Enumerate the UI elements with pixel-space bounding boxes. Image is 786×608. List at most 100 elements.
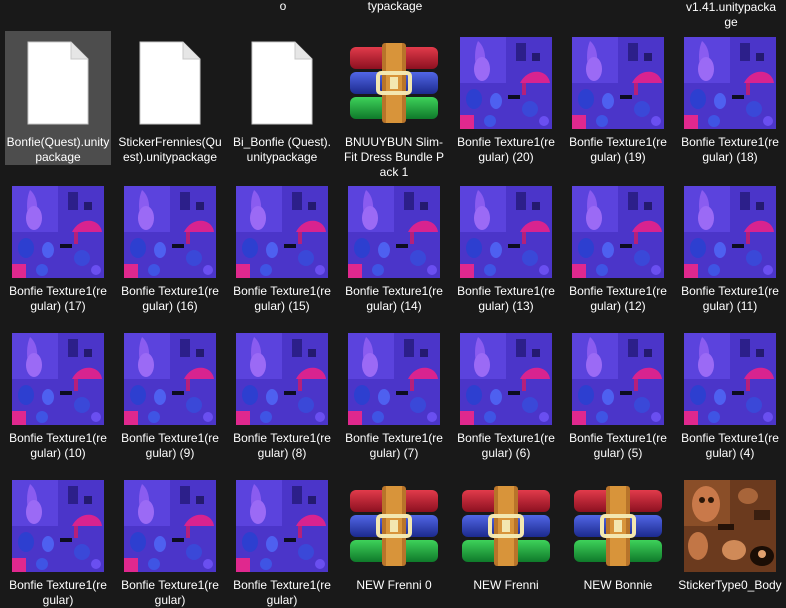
file-thumbnail[interactable] <box>234 331 330 427</box>
file-item[interactable]: Bonfie Texture1(regular) (19) <box>565 31 671 165</box>
file-label: Bonfie Texture1(regular) (10) <box>9 431 107 460</box>
file-item[interactable]: Bonfie Texture1(regular) (14) <box>341 180 447 314</box>
texture-thumbnail-icon <box>572 37 664 129</box>
file-item[interactable]: NEW Frenni 0 <box>341 474 447 593</box>
file-thumbnail[interactable] <box>10 184 106 280</box>
file-thumbnail[interactable] <box>682 35 778 131</box>
file-label: Bonfie Texture1(regular) (15) <box>233 284 331 313</box>
file-thumbnail[interactable] <box>570 478 666 574</box>
file-thumbnail[interactable] <box>346 35 442 131</box>
texture-thumbnail-icon <box>124 333 216 425</box>
texture-thumbnail-icon <box>348 186 440 278</box>
file-thumbnail[interactable] <box>10 478 106 574</box>
texture-thumbnail-icon <box>124 186 216 278</box>
file-label: Bonfie Texture1(regular) (13) <box>457 284 555 313</box>
document-icon <box>139 41 201 125</box>
file-label: Bi_Bonfie (Quest).unitypackage <box>232 135 332 164</box>
texture-thumbnail-icon <box>236 333 328 425</box>
texture-thumbnail-icon <box>684 333 776 425</box>
file-item[interactable]: Bonfie Texture1(regular) (12) <box>565 180 671 314</box>
file-item[interactable]: StickerFrennies(Quest).unitypackage <box>117 31 223 165</box>
file-label: Bonfie Texture1(regular) (7) <box>345 431 443 460</box>
file-label: Bonfie Texture1(regular) (14) <box>345 284 443 313</box>
file-thumbnail[interactable] <box>346 184 442 280</box>
file-item[interactable]: Bonfie Texture1(regular) (20) <box>453 31 559 165</box>
file-thumbnail[interactable] <box>122 478 218 574</box>
file-label: BNUUYBUN Slim-Fit Dress Bundle Pack 1 <box>343 135 445 179</box>
archive-icon <box>574 486 662 566</box>
file-item[interactable]: Bonfie Texture1(regular) <box>117 474 223 608</box>
texture-thumbnail-icon <box>124 480 216 572</box>
file-label: Bonfie Texture1(regular) (20) <box>457 135 555 164</box>
document-icon <box>251 41 313 125</box>
file-thumbnail[interactable] <box>10 35 106 131</box>
file-item[interactable]: Bonfie Texture1(regular) <box>229 474 335 608</box>
file-item[interactable]: Bonfie Texture1(regular) (16) <box>117 180 223 314</box>
file-label: Bonfie Texture1(regular) (6) <box>457 431 555 460</box>
texture-thumbnail-icon <box>684 186 776 278</box>
file-item[interactable]: Bonfie Texture1(regular) <box>5 474 111 608</box>
file-item[interactable]: Bonfie Texture1(regular) (10) <box>5 327 111 461</box>
file-label: NEW Frenni 0 <box>356 578 432 592</box>
file-thumbnail[interactable] <box>458 331 554 427</box>
file-label: StickerType0_Body <box>678 578 782 592</box>
file-item[interactable]: Bonfie Texture1(regular) (7) <box>341 327 447 461</box>
file-item[interactable]: Bonfie Texture1(regular) (18) <box>677 31 783 165</box>
file-thumbnail[interactable] <box>122 184 218 280</box>
file-thumbnail[interactable] <box>346 331 442 427</box>
file-item[interactable]: Bonfie(Quest).unitypackage <box>5 31 111 165</box>
file-thumbnail[interactable] <box>234 478 330 574</box>
texture-thumbnail-icon <box>460 37 552 129</box>
file-item[interactable]: Bonfie Texture1(regular) (5) <box>565 327 671 461</box>
file-item[interactable]: NEW Frenni <box>453 474 559 593</box>
file-item[interactable]: Bonfie Texture1(regular) (15) <box>229 180 335 314</box>
file-label: Bonfie Texture1(regular) (9) <box>121 431 219 460</box>
file-thumbnail[interactable] <box>234 35 330 131</box>
file-thumbnail[interactable] <box>682 478 778 574</box>
partial-label-3: v1.41.unitypacka ge <box>685 0 777 29</box>
texture-thumbnail-icon <box>12 480 104 572</box>
file-label: Bonfie Texture1(regular) (16) <box>121 284 219 313</box>
texture-thumbnail-icon <box>348 333 440 425</box>
file-item[interactable]: Bonfie Texture1(regular) (9) <box>117 327 223 461</box>
file-thumbnail[interactable] <box>682 331 778 427</box>
file-thumbnail[interactable] <box>234 184 330 280</box>
file-label: NEW Frenni <box>473 578 539 592</box>
file-thumbnail[interactable] <box>122 331 218 427</box>
partial-label-1: o <box>279 0 287 13</box>
file-label: Bonfie Texture1(regular) <box>9 578 107 607</box>
file-thumbnail[interactable] <box>458 35 554 131</box>
file-label: Bonfie Texture1(regular) (12) <box>569 284 667 313</box>
file-item[interactable]: Bonfie Texture1(regular) (8) <box>229 327 335 461</box>
sticker-thumbnail-icon <box>684 480 776 572</box>
file-thumbnail[interactable] <box>346 478 442 574</box>
file-thumbnail[interactable] <box>682 184 778 280</box>
file-item[interactable]: BNUUYBUN Slim-Fit Dress Bundle Pack 1 <box>341 31 447 180</box>
file-thumbnail[interactable] <box>10 331 106 427</box>
file-item[interactable]: Bonfie Texture1(regular) (13) <box>453 180 559 314</box>
file-item[interactable]: Bonfie Texture1(regular) (6) <box>453 327 559 461</box>
partial-label-2: typackage <box>367 0 423 13</box>
file-label: Bonfie Texture1(regular) (17) <box>9 284 107 313</box>
texture-thumbnail-icon <box>572 186 664 278</box>
file-thumbnail[interactable] <box>570 184 666 280</box>
file-item[interactable]: StickerType0_Body <box>677 474 783 593</box>
file-thumbnail[interactable] <box>458 184 554 280</box>
archive-icon <box>350 43 438 123</box>
texture-thumbnail-icon <box>236 480 328 572</box>
texture-thumbnail-icon <box>12 333 104 425</box>
texture-thumbnail-icon <box>572 333 664 425</box>
file-item[interactable]: Bonfie Texture1(regular) (17) <box>5 180 111 314</box>
file-thumbnail[interactable] <box>122 35 218 131</box>
texture-thumbnail-icon <box>460 333 552 425</box>
texture-thumbnail-icon <box>236 186 328 278</box>
file-label: Bonfie Texture1(regular) (18) <box>681 135 779 164</box>
file-item[interactable]: NEW Bonnie <box>565 474 671 593</box>
file-thumbnail[interactable] <box>570 35 666 131</box>
file-item[interactable]: Bonfie Texture1(regular) (4) <box>677 327 783 461</box>
file-label: Bonfie Texture1(regular) (4) <box>681 431 779 460</box>
file-item[interactable]: Bonfie Texture1(regular) (11) <box>677 180 783 314</box>
file-item[interactable]: Bi_Bonfie (Quest).unitypackage <box>229 31 335 165</box>
file-thumbnail[interactable] <box>458 478 554 574</box>
file-thumbnail[interactable] <box>570 331 666 427</box>
